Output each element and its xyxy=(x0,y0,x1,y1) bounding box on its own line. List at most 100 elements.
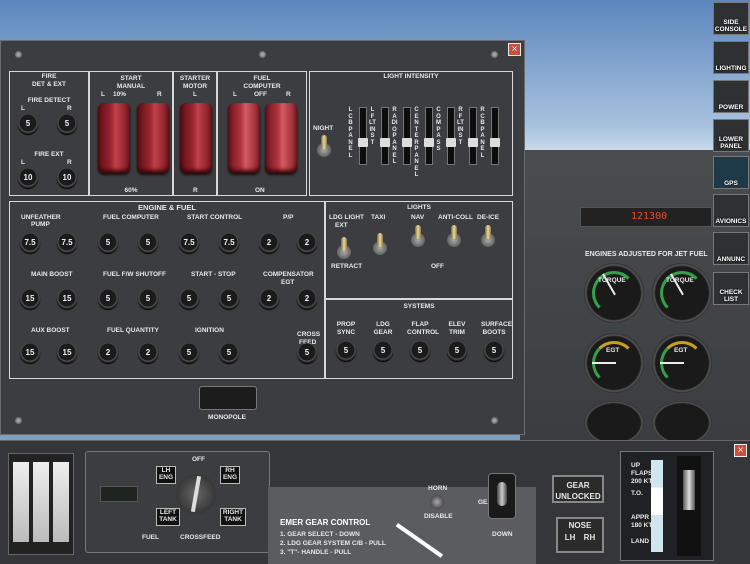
unfeather-pump-l-breaker[interactable]: 7.5 xyxy=(20,233,40,253)
fuel-computer-l-breaker[interactable]: 5 xyxy=(98,233,118,253)
light-intensity-slider-label: L CB PANEL xyxy=(348,107,353,159)
fire-detect-l-breaker[interactable]: 5 xyxy=(18,114,38,134)
fuel-quantity-l-breaker[interactable]: 2 xyxy=(98,343,118,363)
aux-boost-r-breaker[interactable]: 15 xyxy=(57,343,77,363)
night-toggle-switch[interactable] xyxy=(317,135,331,157)
start-control-r-breaker[interactable]: 7.5 xyxy=(219,233,239,253)
fuel-fw-shutoff-r-breaker[interactable]: 5 xyxy=(138,289,158,309)
horn-disable-button[interactable] xyxy=(430,495,444,509)
unfeather-pump-r-breaker[interactable]: 7.5 xyxy=(57,233,77,253)
systems-label: GEAR xyxy=(373,329,393,336)
start-control-l-breaker[interactable]: 7.5 xyxy=(179,233,199,253)
light-intensity-slider-label: L FLT INST xyxy=(369,107,376,146)
egt-gauge-right: EGT xyxy=(652,333,712,393)
torque-gauge-left: TORQUE xyxy=(584,263,644,323)
anti-coll-light-toggle[interactable] xyxy=(447,225,461,247)
ignition-r-breaker[interactable]: 5 xyxy=(219,343,239,363)
fuel-selector-knob[interactable] xyxy=(176,474,216,514)
fuel-computer-r-guard-switch[interactable] xyxy=(265,103,297,173)
systems-breaker[interactable]: 5 xyxy=(484,341,504,361)
fuel-computer-r-breaker[interactable]: 5 xyxy=(138,233,158,253)
engine-gauges-strip xyxy=(8,453,74,555)
strip-gauge-1 xyxy=(13,462,29,542)
main-boost-r-breaker[interactable]: 15 xyxy=(57,289,77,309)
gps-button[interactable]: GPS xyxy=(713,156,749,189)
gauge-bottom-right xyxy=(652,401,712,445)
start-manual-r-guard-switch[interactable] xyxy=(137,103,169,173)
lower-panel-button[interactable]: LOWER PANEL xyxy=(713,119,749,152)
light-intensity-slider-label: R FLT INST xyxy=(457,107,464,146)
strip-gauge-2 xyxy=(33,462,49,542)
slider-knob[interactable] xyxy=(490,138,500,147)
taxi-light-toggle[interactable] xyxy=(373,233,387,255)
avionics-button[interactable]: AVIONICS xyxy=(713,194,749,227)
slider-knob[interactable] xyxy=(402,138,412,147)
flaps-lever[interactable] xyxy=(677,456,701,556)
fire-ext-r-breaker[interactable]: 10 xyxy=(57,168,77,188)
lower-panel: × OFF LH ENG RH ENG LEFT TANK RIGHT TANK… xyxy=(0,440,750,564)
ldg-light-ext-toggle[interactable] xyxy=(337,237,351,259)
light-intensity-slider-label: CENTER PANEL xyxy=(414,107,419,178)
checklist-button[interactable]: CHECK LIST xyxy=(713,272,749,305)
close-lower-panel-button[interactable]: × xyxy=(734,444,747,457)
light-intensity-slider[interactable] xyxy=(446,107,456,165)
slider-knob[interactable] xyxy=(380,138,390,147)
side-console-button[interactable]: SIDE CONSOLE xyxy=(713,2,749,35)
compensator-egt-l-breaker[interactable]: 2 xyxy=(259,289,279,309)
systems-breaker[interactable]: 5 xyxy=(447,341,467,361)
gear-handle[interactable] xyxy=(488,473,516,519)
fire-ext-l-breaker[interactable]: 10 xyxy=(18,168,38,188)
start-stop-r-breaker[interactable]: 5 xyxy=(219,289,239,309)
aux-boost-l-breaker[interactable]: 15 xyxy=(20,343,40,363)
light-intensity-slider[interactable] xyxy=(358,107,368,165)
screw-icon xyxy=(491,417,498,424)
fuel-quantity-r-breaker[interactable]: 2 xyxy=(138,343,158,363)
close-upper-panel-button[interactable]: × xyxy=(508,43,521,56)
systems-label: SURFACE xyxy=(481,321,513,328)
slider-knob[interactable] xyxy=(468,138,478,147)
nav-light-toggle[interactable] xyxy=(411,225,425,247)
systems-breaker[interactable]: 5 xyxy=(373,341,393,361)
monopole-switch[interactable] xyxy=(199,386,257,410)
start-manual-l-guard-switch[interactable] xyxy=(98,103,130,173)
annunc-button[interactable]: ANNUNC xyxy=(713,232,749,265)
engine-instruments: 121300 ENGINES ADJUSTED FOR JET FUEL TOR… xyxy=(540,205,712,445)
light-intensity-slider[interactable] xyxy=(380,107,390,165)
screw-icon xyxy=(15,51,22,58)
fire-detect-r-breaker[interactable]: 5 xyxy=(57,114,77,134)
pp-r-breaker[interactable]: 2 xyxy=(297,233,317,253)
systems-breaker[interactable]: 5 xyxy=(336,341,356,361)
screw-icon xyxy=(491,51,498,58)
compensator-egt-r-breaker[interactable]: 2 xyxy=(297,289,317,309)
systems-label: LDG xyxy=(376,321,390,328)
flaps-position-strip xyxy=(651,460,663,552)
strip-gauge-3 xyxy=(53,462,69,542)
flaps-panel: UP FLAPS 200 KTS T.O. APPR 180 KTS LAND xyxy=(620,451,714,561)
light-intensity-slider-label: R CB PANEL xyxy=(480,107,485,159)
main-boost-l-breaker[interactable]: 15 xyxy=(20,289,40,309)
slider-knob[interactable] xyxy=(446,138,456,147)
power-button[interactable]: POWER xyxy=(713,80,749,113)
light-intensity-slider-label: COMPASS xyxy=(436,107,441,152)
slider-knob[interactable] xyxy=(358,138,368,147)
fuel-selector-panel: OFF LH ENG RH ENG LEFT TANK RIGHT TANK F… xyxy=(85,451,270,553)
slider-knob[interactable] xyxy=(424,138,434,147)
ignition-l-breaker[interactable]: 5 xyxy=(179,343,199,363)
fuel-fw-shutoff-l-breaker[interactable]: 5 xyxy=(98,289,118,309)
digital-readout: 121300 xyxy=(631,211,668,222)
systems-breaker[interactable]: 5 xyxy=(410,341,430,361)
lighting-button[interactable]: LIGHTING xyxy=(713,41,749,74)
start-stop-l-breaker[interactable]: 5 xyxy=(179,289,199,309)
digital-display: 121300 xyxy=(580,207,712,227)
starter-motor-guard-switch[interactable] xyxy=(180,103,212,173)
cross-feed-breaker[interactable]: 5 xyxy=(297,343,317,363)
light-intensity-slider[interactable] xyxy=(468,107,478,165)
light-intensity-slider[interactable] xyxy=(402,107,412,165)
de-ice-light-toggle[interactable] xyxy=(481,225,495,247)
light-intensity-slider[interactable] xyxy=(490,107,500,165)
arrow-icon xyxy=(395,523,444,558)
systems-label: PROP xyxy=(336,321,356,328)
pp-l-breaker[interactable]: 2 xyxy=(259,233,279,253)
fuel-computer-l-guard-switch[interactable] xyxy=(228,103,260,173)
light-intensity-slider[interactable] xyxy=(424,107,434,165)
